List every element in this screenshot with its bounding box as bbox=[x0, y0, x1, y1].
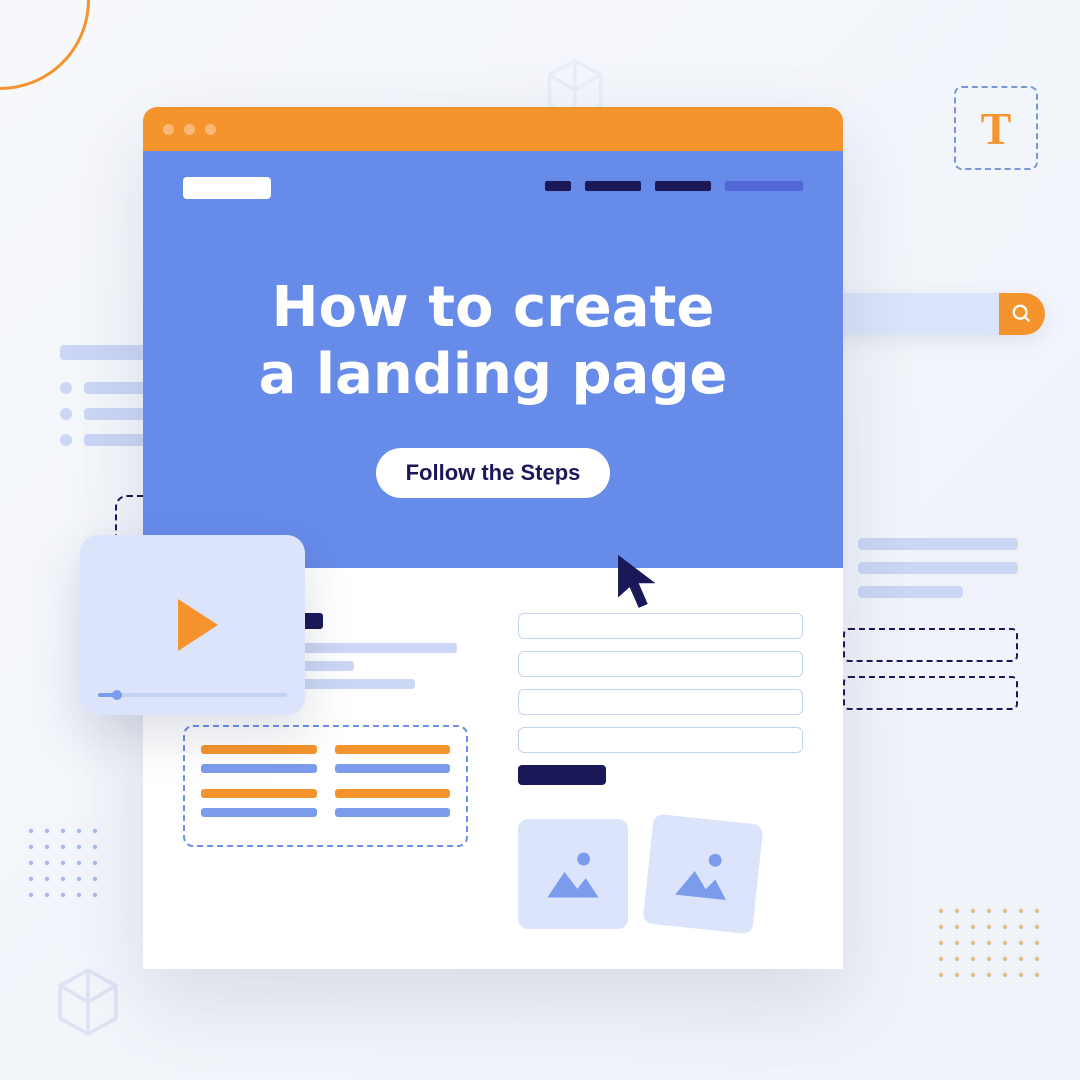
logo-placeholder bbox=[183, 177, 271, 199]
letter-t: T bbox=[981, 102, 1012, 155]
hero-section: How to createa landing page Follow the S… bbox=[143, 151, 843, 568]
form-field[interactable] bbox=[518, 613, 803, 639]
hero-title: How to createa landing page bbox=[183, 274, 803, 408]
play-icon bbox=[178, 599, 218, 651]
submit-button[interactable] bbox=[518, 765, 606, 785]
typography-widget[interactable]: T bbox=[954, 86, 1038, 170]
text-lines-decoration bbox=[858, 538, 1018, 610]
form-field[interactable] bbox=[518, 689, 803, 715]
cursor-icon bbox=[613, 551, 667, 613]
progress-bar[interactable] bbox=[98, 693, 287, 697]
dot-grid-decoration bbox=[25, 825, 115, 915]
decorative-arc bbox=[0, 0, 90, 90]
nav-placeholder bbox=[545, 181, 803, 191]
form-field[interactable] bbox=[518, 651, 803, 677]
cube-icon bbox=[50, 964, 126, 1040]
search-icon[interactable] bbox=[999, 293, 1045, 335]
dot-grid-decoration bbox=[935, 905, 1045, 995]
dashed-slot bbox=[843, 676, 1018, 710]
image-placeholder bbox=[643, 814, 764, 935]
table-placeholder bbox=[183, 725, 468, 847]
cta-button[interactable]: Follow the Steps bbox=[376, 448, 611, 498]
image-placeholder bbox=[518, 819, 628, 929]
window-titlebar bbox=[143, 107, 843, 151]
video-widget[interactable] bbox=[80, 535, 305, 715]
dashed-slot bbox=[843, 628, 1018, 662]
form-field[interactable] bbox=[518, 727, 803, 753]
